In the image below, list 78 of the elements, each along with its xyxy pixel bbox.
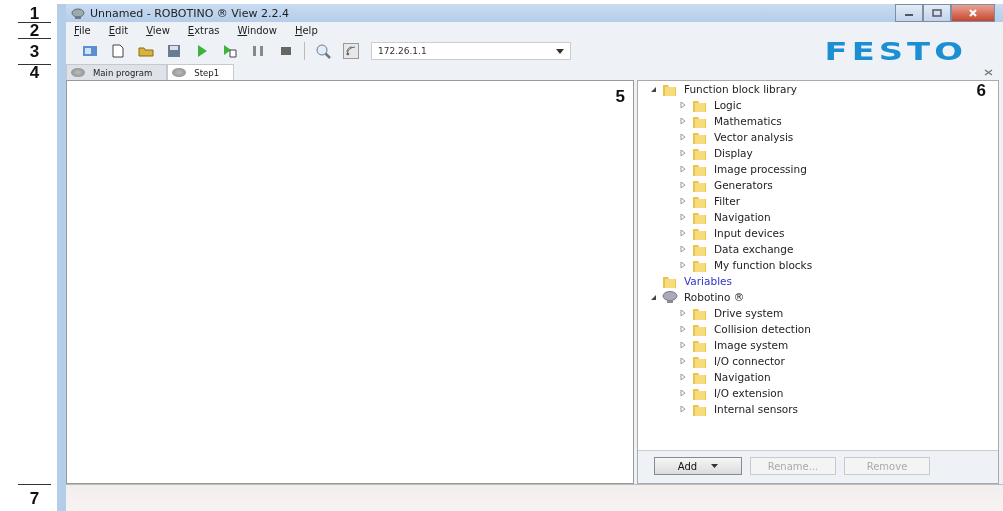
callout-number: 3 (29, 43, 40, 60)
menu-item[interactable]: Extras (187, 24, 220, 36)
tree-item[interactable]: Data exchange (714, 241, 794, 257)
tree-item[interactable]: Function block library (684, 81, 797, 97)
callout-number: 4 (29, 64, 40, 81)
collapsed-arrow-icon[interactable] (680, 181, 686, 189)
tree-item[interactable]: Image processing (714, 161, 807, 177)
callout-number: 7 (29, 489, 40, 507)
collapsed-arrow-icon[interactable] (680, 309, 686, 317)
collapsed-arrow-icon[interactable] (680, 357, 686, 365)
window-title: Unnamed - ROBOTINO ® View 2.2.4 (90, 6, 289, 20)
tree-item[interactable]: Internal sensors (714, 401, 799, 417)
callout-number: 1 (29, 4, 40, 22)
collapsed-arrow-icon[interactable] (680, 405, 686, 413)
expanded-arrow-icon[interactable] (649, 293, 657, 301)
tree-item[interactable]: Logic (714, 97, 742, 113)
close-icon (967, 8, 979, 18)
tree-item[interactable]: Mathematics (714, 113, 782, 129)
robot-icon (662, 290, 678, 304)
menu-item[interactable]: View (146, 24, 170, 36)
pause-icon (250, 43, 266, 59)
logo: FESTO (824, 36, 967, 66)
save-icon (166, 43, 182, 59)
tab-status-icon (71, 68, 85, 77)
tab[interactable]: Step1 (167, 64, 235, 80)
collapsed-arrow-icon[interactable] (680, 165, 686, 173)
collapsed-arrow-icon[interactable] (680, 389, 686, 397)
maximize-icon (931, 8, 943, 18)
collapsed-arrow-icon[interactable] (680, 213, 686, 221)
tree-item[interactable]: Vector analysis (714, 129, 794, 145)
collapsed-arrow-icon[interactable] (680, 261, 686, 269)
menu-item[interactable]: File (74, 24, 91, 36)
tree-item[interactable]: My function blocks (714, 257, 813, 273)
caret-icon (556, 48, 564, 54)
window-icon (82, 43, 98, 59)
tree-item[interactable]: I/O connector (714, 353, 785, 369)
wireless-icon (343, 43, 359, 59)
callout-number: 5 (615, 87, 625, 107)
maximize-button[interactable] (923, 4, 951, 22)
collapsed-arrow-icon[interactable] (680, 101, 686, 109)
tree-item[interactable]: Robotino ® (684, 289, 745, 305)
callout-number: 2 (29, 22, 40, 39)
tree-item[interactable]: I/O extension (714, 385, 784, 401)
collapsed-arrow-icon[interactable] (680, 197, 686, 205)
collapsed-arrow-icon[interactable] (680, 245, 686, 253)
menu-item[interactable]: Edit (108, 24, 129, 36)
address-combobox[interactable]: 172.26.1.1 (371, 42, 571, 60)
tree-item[interactable]: Drive system (714, 305, 784, 321)
dropdown-button[interactable]: Add (654, 457, 742, 475)
tab-status-icon (172, 68, 187, 77)
collapsed-arrow-icon[interactable] (680, 229, 686, 237)
tree-item[interactable]: Navigation (714, 209, 771, 225)
new-file-icon (110, 43, 126, 59)
collapsed-arrow-icon[interactable] (680, 117, 686, 125)
search-icon (315, 43, 331, 59)
tree-item[interactable]: Variables (684, 273, 732, 289)
tree-item[interactable]: Input devices (714, 225, 785, 241)
menu-item[interactable]: Help (294, 24, 318, 36)
robot-icon (70, 7, 86, 19)
menu-item[interactable]: Window (237, 24, 277, 36)
collapsed-arrow-icon[interactable] (680, 325, 686, 333)
tree-item[interactable]: Navigation (714, 369, 771, 385)
collapsed-arrow-icon[interactable] (680, 133, 686, 141)
tab[interactable]: Main program (66, 64, 168, 80)
tree-item[interactable]: Image system (714, 337, 789, 353)
tree-item[interactable]: Generators (714, 177, 773, 193)
collapsed-arrow-icon[interactable] (680, 149, 686, 157)
collapsed-arrow-icon[interactable] (680, 341, 686, 349)
collapsed-arrow-icon[interactable] (680, 373, 686, 381)
minimize-button[interactable] (895, 4, 923, 22)
close-button[interactable] (951, 4, 995, 22)
callout-number: 6 (976, 81, 986, 101)
tree-item[interactable]: Display (714, 145, 753, 161)
close-icon (984, 68, 993, 76)
play-step-icon (222, 43, 238, 59)
tree-item[interactable]: Collision detection (714, 321, 811, 337)
tree-item[interactable]: Filter (714, 193, 740, 209)
expanded-arrow-icon[interactable] (649, 85, 657, 93)
